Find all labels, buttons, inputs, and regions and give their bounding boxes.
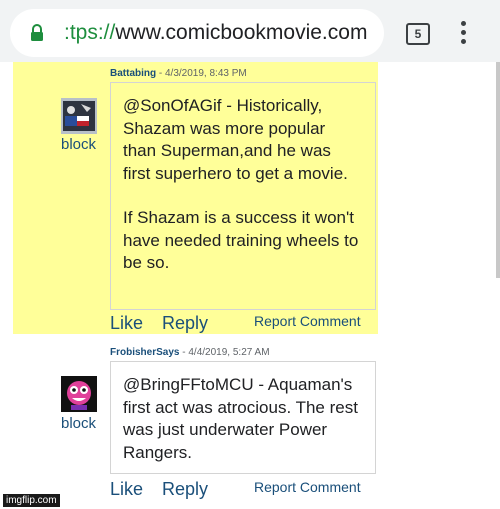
url-scheme: :tps://	[64, 21, 116, 44]
watermark: imgflip.com	[3, 494, 60, 507]
comment-timestamp: - 4/3/2019, 8:43 PM	[156, 68, 247, 79]
browser-toolbar: :tps://www.comicbookmovie.com 5	[0, 0, 500, 62]
comment-body: @SonOfAGif - Historically, Shazam was mo…	[110, 82, 376, 310]
avatar[interactable]	[61, 98, 97, 134]
tab-switcher-button[interactable]: 5	[406, 23, 430, 45]
comment-text: @SonOfAGif - Historically, Shazam was mo…	[123, 96, 348, 183]
comment-text: @BringFFtoMCU - Aquaman's first act was …	[123, 375, 358, 462]
comment-timestamp: - 4/4/2019, 5:27 AM	[179, 347, 270, 358]
lock-icon	[31, 24, 43, 41]
like-link[interactable]: Like	[110, 479, 143, 500]
comment-text: If Shazam is a success it won't have nee…	[123, 208, 359, 272]
avatar-label: block	[61, 136, 97, 153]
report-comment-link[interactable]: Report Comment	[254, 479, 361, 495]
like-link[interactable]: Like	[110, 313, 143, 334]
avatar-label: block	[61, 415, 97, 432]
comment-meta: FrobisherSays - 4/4/2019, 5:27 AM	[110, 347, 270, 358]
address-bar[interactable]: :tps://www.comicbookmovie.com	[10, 9, 384, 57]
scrollbar[interactable]	[496, 62, 500, 278]
comment-username[interactable]: Battabing	[110, 68, 156, 79]
more-menu-icon[interactable]	[461, 21, 467, 48]
reply-link[interactable]: Reply	[162, 313, 208, 334]
url-host: www.comicbookmovie.com	[115, 21, 368, 44]
url-text: :tps://www.comicbookmovie.com	[64, 21, 367, 45]
comment-meta: Battabing - 4/3/2019, 8:43 PM	[110, 68, 247, 79]
comment-username[interactable]: FrobisherSays	[110, 347, 179, 358]
report-comment-link[interactable]: Report Comment	[254, 313, 361, 329]
comment-body: @BringFFtoMCU - Aquaman's first act was …	[110, 361, 376, 474]
reply-link[interactable]: Reply	[162, 479, 208, 500]
avatar[interactable]	[61, 376, 97, 412]
